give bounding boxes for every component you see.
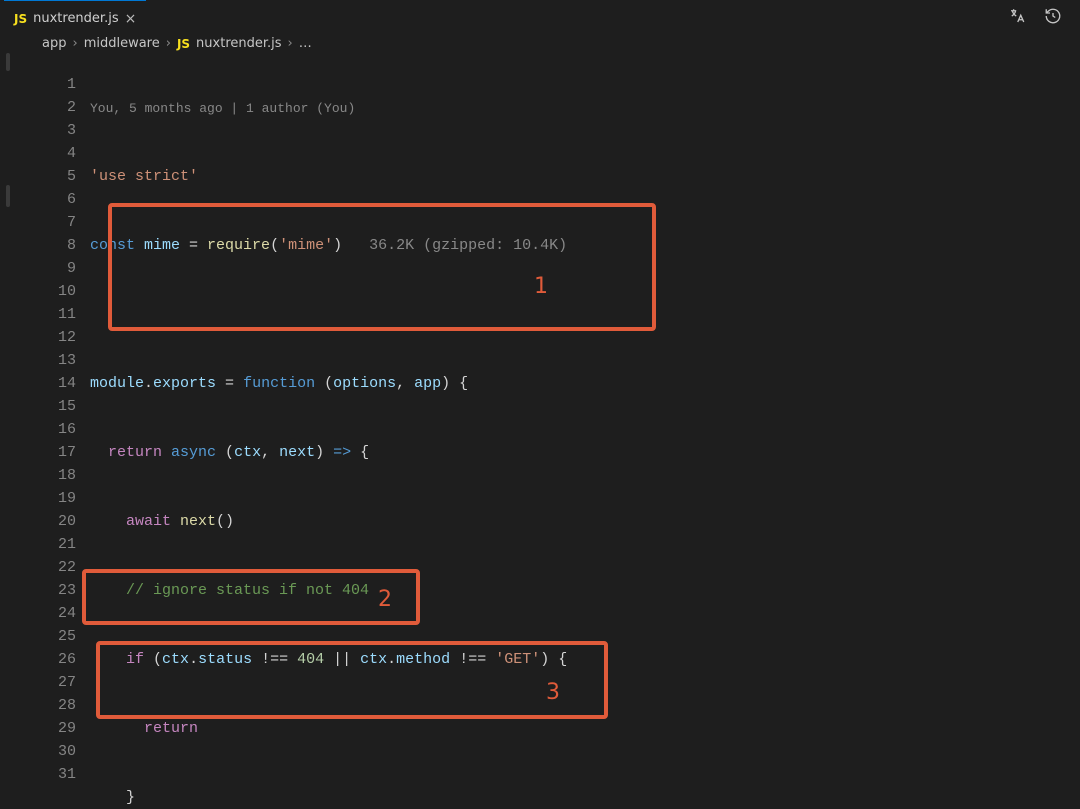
tab-bar: JS nuxtrender.js × (0, 0, 1080, 36)
code-content[interactable]: You, 5 months ago | 1 author (You) 'use … (90, 51, 1080, 809)
breadcrumb-rest[interactable]: … (299, 36, 312, 51)
translate-icon[interactable] (1008, 7, 1026, 30)
annotation-number-1: 1 (534, 275, 548, 298)
js-file-icon: JS (177, 37, 190, 51)
gutter-strip (0, 51, 30, 809)
import-size-hint: 36.2K (gzipped: 10.4K) (369, 237, 567, 254)
breadcrumb-seg-file[interactable]: nuxtrender.js (196, 36, 281, 51)
scroll-marker (6, 53, 10, 71)
annotation-number-2: 2 (378, 588, 392, 611)
codelens-author[interactable]: You, 5 months ago | 1 author (You) (90, 97, 1080, 119)
line-number-gutter: 1234567891011121314151617181920212223242… (30, 51, 90, 809)
breadcrumb[interactable]: app › middleware › JS nuxtrender.js › … (0, 36, 1080, 51)
chevron-right-icon: › (72, 36, 77, 51)
history-icon[interactable] (1044, 7, 1062, 30)
scroll-marker (6, 185, 10, 207)
editor[interactable]: 1234567891011121314151617181920212223242… (0, 51, 1080, 809)
js-file-icon: JS (14, 12, 27, 26)
breadcrumb-seg-middleware[interactable]: middleware (84, 36, 160, 51)
annotation-number-3: 3 (546, 681, 560, 704)
chevron-right-icon: › (166, 36, 171, 51)
close-icon[interactable]: × (125, 11, 137, 27)
chevron-right-icon: › (288, 36, 293, 51)
tab-filename: nuxtrender.js (33, 11, 118, 26)
breadcrumb-seg-app[interactable]: app (42, 36, 66, 51)
tab-nuxtrender[interactable]: JS nuxtrender.js × (4, 0, 146, 36)
